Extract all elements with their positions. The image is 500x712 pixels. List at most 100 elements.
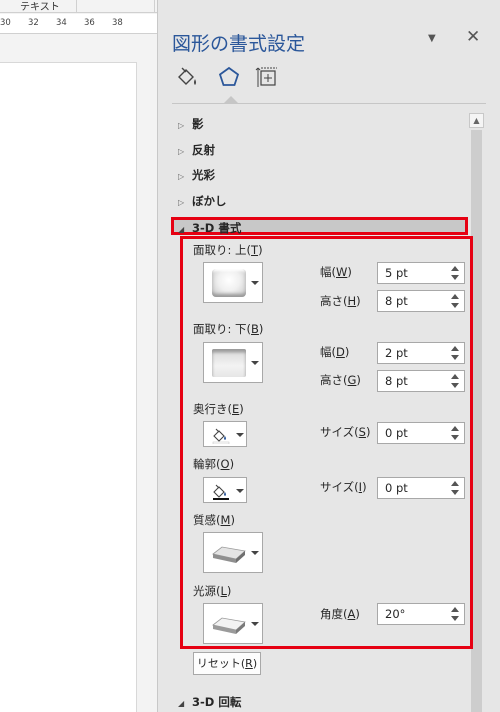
angle-value: 20°: [385, 607, 406, 621]
collapse-triangle-icon: ◢: [178, 699, 185, 708]
paint-fill-icon: [212, 428, 230, 444]
expand-triangle-icon: ▷: [178, 121, 185, 130]
scroll-up-icon[interactable]: ▲: [469, 113, 484, 128]
spin-up-icon[interactable]: [451, 294, 459, 299]
spin-down-icon[interactable]: [451, 383, 459, 388]
paint-fill-icon: [213, 484, 229, 500]
reset-label: リセット: [196, 657, 241, 670]
reset-key: R: [245, 657, 253, 670]
chevron-down-icon: [251, 551, 259, 555]
top-height-value: 8 pt: [385, 294, 408, 308]
ruler-tick: 32: [28, 18, 39, 28]
tab-separator: [76, 0, 77, 13]
pane-title: 図形の書式設定: [172, 33, 306, 55]
bevel-circle-icon: [212, 269, 246, 297]
section-reflection[interactable]: ▷ 反射: [178, 142, 215, 158]
size-properties-icon[interactable]: [255, 64, 281, 90]
spin-up-icon[interactable]: [451, 481, 459, 486]
chevron-down-icon: [236, 489, 244, 493]
chevron-down-icon: [251, 281, 259, 285]
section-glow[interactable]: ▷ 光彩: [178, 167, 215, 183]
spin-down-icon[interactable]: [451, 275, 459, 280]
ruler-tick: 38: [112, 18, 123, 28]
bottom-height-stepper[interactable]: 8 pt: [377, 370, 465, 392]
spin-down-icon[interactable]: [451, 616, 459, 621]
section-label: 3-D 書式: [192, 221, 242, 235]
contour-size-stepper[interactable]: 0 pt: [377, 477, 465, 499]
bottom-width-value: 2 pt: [385, 346, 408, 360]
angle-stepper[interactable]: 20°: [377, 603, 465, 625]
material-icon: [212, 546, 246, 563]
ruler-tick: 34: [56, 18, 67, 28]
angle-label: 角度(A): [320, 607, 360, 621]
spin-up-icon[interactable]: [451, 607, 459, 612]
ribbon-tab-text[interactable]: テキスト: [20, 0, 60, 13]
bottom-height-label: 高さ(G): [320, 373, 361, 387]
chevron-down-icon: [251, 622, 259, 626]
contour-label: 輪郭(O): [193, 457, 235, 471]
paint-bucket-icon[interactable]: [174, 64, 200, 90]
spin-up-icon[interactable]: [451, 426, 459, 431]
contour-size-value: 0 pt: [385, 481, 408, 495]
material-dropdown[interactable]: [203, 532, 263, 573]
spin-down-icon[interactable]: [451, 435, 459, 440]
section-label: 反射: [192, 143, 215, 157]
collapse-triangle-icon: ◢: [178, 225, 185, 234]
bevel-bottom-dropdown[interactable]: [203, 342, 263, 383]
top-width-value: 5 pt: [385, 266, 408, 280]
section-label: 光彩: [192, 168, 215, 182]
depth-size-value: 0 pt: [385, 426, 408, 440]
contour-size-label: サイズ(I): [320, 480, 367, 494]
section-label: 影: [192, 117, 204, 131]
section-3d-rotation[interactable]: ◢ 3-D 回転: [178, 694, 241, 710]
close-icon[interactable]: ✕: [466, 27, 480, 47]
spin-down-icon[interactable]: [451, 355, 459, 360]
spin-up-icon[interactable]: [451, 374, 459, 379]
top-height-stepper[interactable]: 8 pt: [377, 290, 465, 312]
bevel-top-label: 面取り: 上(T): [193, 243, 263, 257]
bottom-height-value: 8 pt: [385, 374, 408, 388]
pane-divider-line: [172, 103, 486, 104]
section-3d-format[interactable]: ◢ 3-D 書式: [178, 220, 241, 236]
section-shadow[interactable]: ▷ 影: [178, 116, 204, 132]
top-width-stepper[interactable]: 5 pt: [377, 262, 465, 284]
expand-triangle-icon: ▷: [178, 147, 185, 156]
bevel-bottom-label: 面取り: 下(B): [193, 322, 264, 336]
document-page[interactable]: [0, 62, 137, 712]
contour-color-dropdown[interactable]: [203, 477, 247, 503]
material-label: 質感(M): [193, 513, 235, 527]
depth-size-label: サイズ(S): [320, 425, 371, 439]
bottom-width-label: 幅(D): [320, 345, 350, 359]
spin-down-icon[interactable]: [451, 303, 459, 308]
section-label: ぼかし: [192, 194, 227, 208]
lighting-dropdown[interactable]: [203, 603, 263, 644]
chevron-down-icon: [236, 433, 244, 437]
depth-label: 奥行き(E): [193, 402, 244, 416]
selected-tab-indicator: [224, 96, 238, 103]
expand-triangle-icon: ▷: [178, 172, 185, 181]
top-width-label: 幅(W): [320, 265, 352, 279]
depth-color-dropdown[interactable]: [203, 421, 247, 447]
depth-size-stepper[interactable]: 0 pt: [377, 422, 465, 444]
horizontal-ruler[interactable]: 30 32 34 36 38: [0, 14, 157, 34]
bottom-width-stepper[interactable]: 2 pt: [377, 342, 465, 364]
spin-up-icon[interactable]: [451, 346, 459, 351]
bevel-top-dropdown[interactable]: [203, 262, 263, 303]
ribbon-tab-bar: テキスト: [0, 0, 157, 13]
pane-options-icon[interactable]: ▼: [428, 33, 436, 44]
lighting-label: 光源(L): [193, 584, 232, 598]
document-area: テキスト 30 32 34 36 38: [0, 0, 157, 712]
top-height-label: 高さ(H): [320, 294, 361, 308]
section-soft-edges[interactable]: ▷ ぼかし: [178, 193, 227, 209]
tab-separator: [154, 0, 155, 13]
lighting-icon: [212, 617, 246, 634]
ruler-tick: 36: [84, 18, 95, 28]
expand-triangle-icon: ▷: [178, 198, 185, 207]
ruler-tick: 30: [0, 18, 11, 28]
chevron-down-icon: [251, 361, 259, 365]
spin-up-icon[interactable]: [451, 266, 459, 271]
bevel-square-icon: [212, 349, 246, 377]
reset-button[interactable]: リセット(R): [193, 652, 261, 675]
pentagon-icon[interactable]: [216, 64, 242, 90]
spin-down-icon[interactable]: [451, 490, 459, 495]
